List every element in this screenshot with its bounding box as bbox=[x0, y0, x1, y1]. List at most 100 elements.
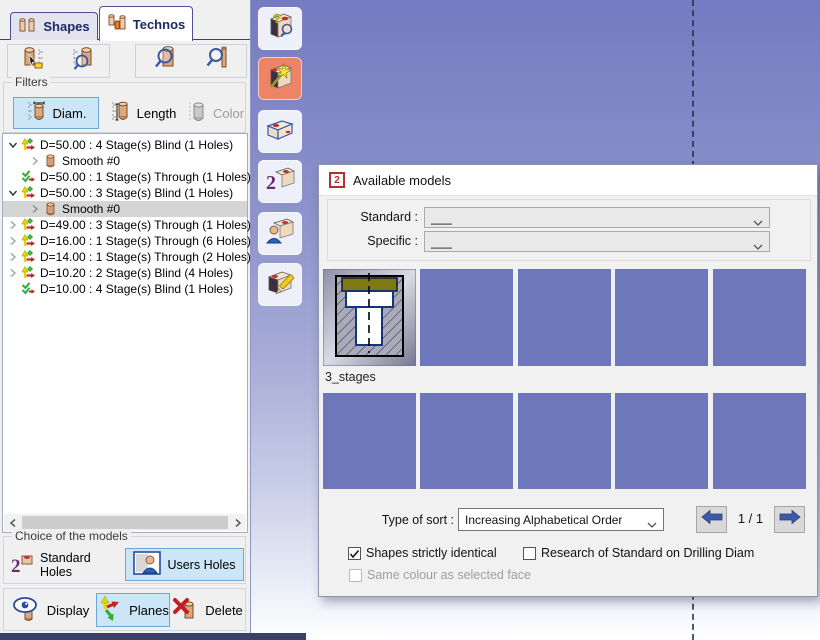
chevron-down-icon bbox=[753, 215, 763, 229]
choice-of-models-title: Choice of the models bbox=[12, 529, 131, 543]
tree-row-label: D=10.00 : 4 Stage(s) Blind (1 Holes) bbox=[40, 282, 233, 296]
tree-row[interactable]: D=50.00 : 1 Stage(s) Through (1 Holes) bbox=[3, 169, 247, 185]
tab-technos[interactable]: Technos bbox=[99, 6, 193, 41]
scroll-right-icon[interactable] bbox=[229, 514, 246, 531]
dialog-title-bar[interactable]: 2 Available models bbox=[319, 165, 817, 196]
expander-closed-icon[interactable] bbox=[8, 268, 18, 278]
tree-row[interactable]: D=50.00 : 3 Stage(s) Blind (1 Holes) bbox=[3, 185, 247, 201]
tree-row-label: D=16.00 : 1 Stage(s) Through (6 Holes) bbox=[40, 234, 251, 248]
filter-diameter-label: Diam. bbox=[53, 106, 87, 121]
magnify-holes-button[interactable] bbox=[143, 46, 187, 76]
side-open-shape-button[interactable] bbox=[258, 110, 302, 153]
pick-hole-button[interactable] bbox=[12, 46, 56, 76]
delete-button[interactable]: Delete bbox=[172, 594, 244, 626]
tree-row-label: Smooth #0 bbox=[62, 202, 120, 216]
tree-row-label: D=14.00 : 1 Stage(s) Through (2 Holes) bbox=[40, 250, 251, 264]
expander-closed-icon[interactable] bbox=[30, 156, 40, 166]
model-thumbnail-empty[interactable] bbox=[615, 393, 708, 489]
expander-closed-icon[interactable] bbox=[30, 204, 40, 214]
side-analyze-search-button[interactable]: ? bbox=[258, 7, 302, 50]
model-thumbnail-empty[interactable] bbox=[713, 393, 806, 489]
model-thumbnail-empty[interactable] bbox=[713, 269, 806, 366]
tree-row-label: Smooth #0 bbox=[62, 154, 120, 168]
research-standard-checkbox[interactable] bbox=[523, 547, 536, 560]
hole-blind-icon bbox=[21, 186, 36, 200]
model-thumbnail-empty[interactable] bbox=[420, 393, 513, 489]
tree-row-label: D=50.00 : 3 Stage(s) Blind (1 Holes) bbox=[40, 186, 233, 200]
choice-of-models-group: Choice of the models 2 Standard Holes bbox=[3, 536, 246, 584]
shapes-strictly-identical-checkbox[interactable] bbox=[348, 547, 361, 560]
open-box-icon bbox=[264, 113, 296, 150]
filter-length-button[interactable]: Length bbox=[103, 97, 183, 129]
hole-blind-icon bbox=[21, 234, 36, 248]
tree-row[interactable]: D=10.00 : 4 Stage(s) Blind (1 Holes) bbox=[3, 281, 247, 297]
tree-row[interactable]: D=49.00 : 3 Stage(s) Through (1 Holes) bbox=[3, 217, 247, 233]
magnify-single-hole-button[interactable] bbox=[195, 46, 239, 76]
length-filter-icon bbox=[110, 100, 132, 127]
expander-closed-icon[interactable] bbox=[8, 252, 18, 262]
sort-order-combobox[interactable]: Increasing Alphabetical Order bbox=[458, 508, 664, 531]
standard-combobox[interactable]: ___ bbox=[424, 207, 770, 228]
chevron-down-icon bbox=[753, 239, 763, 253]
specific-combobox[interactable]: ___ bbox=[424, 231, 770, 252]
search-hole-in-tree-button[interactable] bbox=[61, 46, 105, 76]
side-user-holes-button[interactable] bbox=[258, 212, 302, 255]
tree-row[interactable]: D=50.00 : 4 Stage(s) Blind (1 Holes) bbox=[3, 137, 247, 153]
model-thumbnail-empty[interactable] bbox=[518, 269, 611, 366]
delete-label: Delete bbox=[205, 603, 243, 618]
display-button[interactable]: Display bbox=[8, 594, 94, 626]
model-thumbnail-empty[interactable] bbox=[518, 393, 611, 489]
hole-blind-icon bbox=[21, 250, 36, 264]
hole-blind-icon bbox=[21, 266, 36, 280]
color-filter-icon bbox=[186, 100, 208, 127]
tree-row[interactable]: D=14.00 : 1 Stage(s) Through (2 Holes) bbox=[3, 249, 247, 265]
technos-cylinders-icon bbox=[107, 14, 127, 35]
research-standard-label[interactable]: Research of Standard on Drilling Diam bbox=[541, 546, 754, 560]
tab-shapes[interactable]: Shapes bbox=[10, 12, 98, 40]
next-page-button[interactable] bbox=[774, 506, 805, 533]
filter-color-button[interactable]: Color bbox=[185, 97, 245, 129]
display-label: Display bbox=[47, 603, 90, 618]
model-thumbnail-empty[interactable] bbox=[420, 269, 513, 366]
svg-text:2: 2 bbox=[266, 172, 276, 194]
standard-specific-group: Standard : ___ Specific : ___ bbox=[327, 199, 811, 261]
tree-row-label: D=50.00 : 1 Stage(s) Through (1 Holes) bbox=[40, 170, 251, 184]
scrollbar-thumb[interactable] bbox=[22, 516, 228, 529]
cube-question-magnifier-icon: ? bbox=[264, 10, 296, 47]
hole-through-icon bbox=[21, 170, 36, 184]
tab-shapes-label: Shapes bbox=[43, 19, 89, 34]
tree-row-label: D=49.00 : 3 Stage(s) Through (1 Holes) bbox=[40, 218, 251, 232]
hole-through-icon bbox=[21, 282, 36, 296]
filter-diameter-button[interactable]: Diam. bbox=[13, 97, 99, 129]
same-colour-checkbox bbox=[349, 569, 362, 582]
standard-holes-icon: 2 bbox=[10, 552, 34, 579]
delete-icon bbox=[173, 596, 199, 625]
shapes-strictly-identical-label[interactable]: Shapes strictly identical bbox=[366, 546, 497, 560]
users-holes-label: Users Holes bbox=[167, 558, 235, 572]
users-holes-button[interactable]: Users Holes bbox=[125, 548, 244, 581]
topsolid-2-logo-icon: 2 bbox=[329, 172, 345, 188]
chevron-down-icon bbox=[647, 517, 657, 531]
expander-open-icon[interactable] bbox=[8, 188, 18, 198]
filter-color-label: Color bbox=[213, 106, 244, 121]
filters-title: Filters bbox=[12, 75, 51, 89]
previous-page-button[interactable] bbox=[696, 506, 727, 533]
tree-row[interactable]: D=10.20 : 2 Stage(s) Blind (4 Holes) bbox=[3, 265, 247, 281]
side-standard-holes-button[interactable]: 2 bbox=[258, 160, 302, 203]
expander-open-icon[interactable] bbox=[8, 140, 18, 150]
tree-row[interactable]: Smooth #0 bbox=[3, 153, 247, 169]
expander-closed-icon[interactable] bbox=[8, 236, 18, 246]
expander-closed-icon[interactable] bbox=[8, 220, 18, 230]
tree-row-selected[interactable]: Smooth #0 bbox=[3, 201, 247, 217]
side-edit-shape-button[interactable] bbox=[258, 263, 302, 306]
side-magic-recognition-button[interactable] bbox=[258, 57, 302, 100]
svg-text:2: 2 bbox=[11, 556, 21, 576]
actions-group: Display Planes bbox=[3, 588, 246, 631]
model-thumbnail-empty[interactable] bbox=[323, 393, 416, 489]
planes-button[interactable]: Planes bbox=[96, 593, 170, 627]
svg-text:?: ? bbox=[273, 11, 281, 26]
model-thumbnail-3-stages[interactable] bbox=[323, 269, 416, 366]
model-thumbnail-empty[interactable] bbox=[615, 269, 708, 366]
tree-row[interactable]: D=16.00 : 1 Stage(s) Through (6 Holes) bbox=[3, 233, 247, 249]
standard-holes-button[interactable]: 2 Standard Holes bbox=[9, 550, 123, 580]
